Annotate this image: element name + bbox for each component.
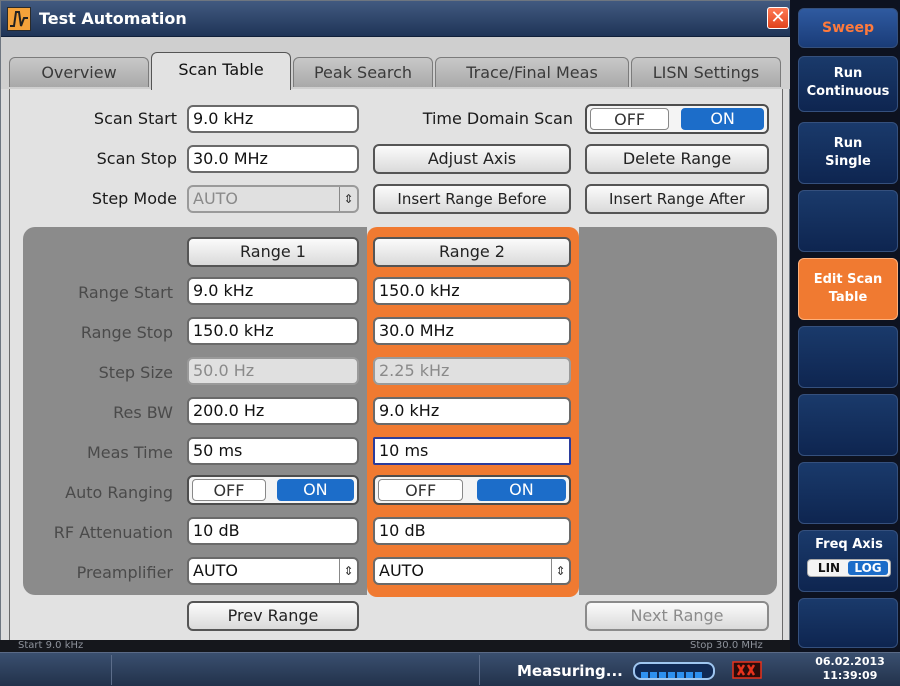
adjust-axis-button[interactable]: Adjust Axis [373,144,571,174]
softkey-line: Table [828,290,868,305]
window-title: Test Automation [39,9,187,28]
res-bw-label: Res BW [113,403,173,422]
close-icon[interactable]: ✕ [767,7,789,29]
range-2-res-bw-input[interactable]: 9.0 kHz [373,397,571,425]
time-domain-scan-toggle[interactable]: OFF ON [585,104,769,134]
rf-attenuation-label: RF Attenuation [53,523,173,542]
title-bar: Test Automation ✕ [1,1,791,37]
toggle-on-option[interactable]: ON [681,108,764,130]
softkey-line: Run [833,66,863,81]
freq-axis-label: Freq Axis [815,537,883,552]
range-2-stop-input[interactable]: 30.0 MHz [373,317,571,345]
measuring-status: Measuring... [517,662,623,680]
tab-overview[interactable]: Overview [9,57,149,87]
scan-start-status: Start 9.0 kHz [18,640,84,651]
toggle-off-option[interactable]: OFF [192,479,266,501]
softkey-panel: Sweep Run Continuous Run Single Edit Sca… [790,0,900,652]
range-2-start-input[interactable]: 150.0 kHz [373,277,571,305]
date-time-display: 06.02.2013 11:39:09 [800,655,900,683]
freq-axis-softkey[interactable]: Freq Axis LIN LOG [798,530,898,592]
range-1-start-input[interactable]: 9.0 kHz [187,277,359,305]
delete-range-button[interactable]: Delete Range [585,144,769,174]
sweep-progress-bar [633,662,715,680]
scan-stop-status: Stop 30.0 MHz [690,640,763,651]
select-arrows-icon: ⇕ [339,187,357,211]
range-2-header[interactable]: Range 2 [373,237,571,267]
time-display: 11:39:09 [822,669,878,682]
step-mode-value: AUTO [193,189,239,208]
range-1-header[interactable]: Range 1 [187,237,359,267]
softkey-line: Continuous [806,84,890,99]
prev-range-button[interactable]: Prev Range [187,601,359,631]
select-arrows-icon: ⇕ [551,559,569,583]
empty-range-column [579,227,777,595]
tab-peak-search[interactable]: Peak Search [293,57,433,87]
auto-ranging-label: Auto Ranging [65,483,173,502]
range-2-auto-ranging-toggle[interactable]: OFF ON [373,475,571,505]
range-2-preamplifier-value: AUTO [379,561,425,580]
step-mode-select[interactable]: AUTO ⇕ [187,185,359,213]
empty-softkey[interactable] [798,462,898,524]
range-1-step-size-input[interactable]: 50.0 Hz [187,357,359,385]
status-segment [0,655,112,685]
remote-control-icon [732,660,766,682]
empty-softkey[interactable] [798,394,898,456]
toggle-off-option[interactable]: OFF [590,108,670,130]
waveform-icon [7,7,31,31]
step-mode-label: Step Mode [91,189,177,208]
range-2-step-size-input[interactable]: 2.25 kHz [373,357,571,385]
tab-scan-table[interactable]: Scan Table [151,52,291,90]
scan-stop-input[interactable]: 30.0 MHz [187,145,359,173]
toggle-off-option[interactable]: OFF [378,479,464,501]
empty-softkey[interactable] [798,326,898,388]
frequency-status-bar: Start 9.0 kHz Stop 30.0 MHz [0,640,790,652]
sweep-progress-fill [641,667,704,678]
range-1-meas-time-input[interactable]: 50 ms [187,437,359,465]
next-range-button[interactable]: Next Range [585,601,769,631]
insert-range-after-button[interactable]: Insert Range After [585,184,769,214]
sweep-menu-header[interactable]: Sweep [798,8,898,48]
toggle-on-option[interactable]: ON [476,479,566,501]
tab-lisn-settings[interactable]: LISN Settings [631,57,781,87]
range-2-meas-time-input[interactable]: 10 ms [373,437,571,465]
status-segment [112,655,480,685]
toggle-on-option[interactable]: ON [276,479,354,501]
lin-log-toggle[interactable]: LIN LOG [807,559,891,577]
run-continuous-softkey[interactable]: Run Continuous [798,56,898,112]
range-1-preamplifier-select[interactable]: AUTO ⇕ [187,557,359,585]
range-1-auto-ranging-toggle[interactable]: OFF ON [187,475,359,505]
range-2-preamplifier-select[interactable]: AUTO ⇕ [373,557,571,585]
softkey-line: Run [833,136,863,151]
tab-strip: Overview Scan Table Peak Search Trace/Fi… [1,37,791,90]
lin-option[interactable]: LIN [810,560,848,576]
empty-softkey[interactable] [798,598,898,648]
tab-trace-final-meas[interactable]: Trace/Final Meas [435,57,629,87]
select-arrows-icon: ⇕ [339,559,357,583]
range-2-rf-attenuation-input[interactable]: 10 dB [373,517,571,545]
scan-start-label: Scan Start [93,109,177,128]
range-1-res-bw-input[interactable]: 200.0 Hz [187,397,359,425]
meas-time-label: Meas Time [86,443,173,462]
scan-start-input[interactable]: 9.0 kHz [187,105,359,133]
scan-stop-label: Scan Stop [96,149,177,168]
bottom-status-bar: Measuring... 06.02.2013 11:39:09 [0,652,900,686]
time-domain-scan-label: Time Domain Scan [422,109,573,128]
preamplifier-label: Preamplifier [76,563,173,582]
range-1-preamplifier-value: AUTO [193,561,239,580]
test-automation-dialog: Test Automation ✕ Overview Scan Table Pe… [0,0,791,650]
date-display: 06.02.2013 [815,655,885,668]
insert-range-before-button[interactable]: Insert Range Before [373,184,571,214]
empty-softkey[interactable] [798,190,898,252]
softkey-line: Edit Scan [813,272,883,287]
range-1-stop-input[interactable]: 150.0 kHz [187,317,359,345]
log-option[interactable]: LOG [848,561,888,575]
step-size-label: Step Size [98,363,173,382]
range-stop-label: Range Stop [80,323,173,342]
run-single-softkey[interactable]: Run Single [798,122,898,184]
edit-scan-table-softkey[interactable]: Edit Scan Table [798,258,898,320]
range-start-label: Range Start [78,283,173,302]
softkey-line: Single [825,154,871,169]
range-1-rf-attenuation-input[interactable]: 10 dB [187,517,359,545]
